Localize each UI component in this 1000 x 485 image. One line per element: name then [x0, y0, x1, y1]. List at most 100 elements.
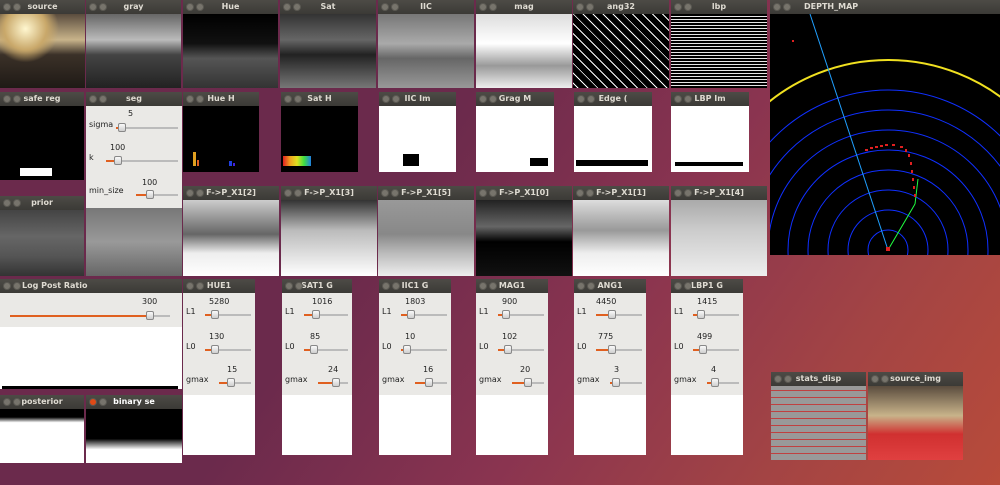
minimize-icon[interactable]	[392, 95, 400, 103]
sat1-l0-slider[interactable]	[304, 345, 348, 354]
close-icon[interactable]	[381, 189, 389, 197]
window-ang32[interactable]: ang32	[573, 0, 669, 88]
titlebar[interactable]: source_img	[868, 372, 963, 386]
minimize-icon[interactable]	[783, 3, 791, 11]
close-icon[interactable]	[382, 282, 390, 290]
close-icon[interactable]	[674, 95, 682, 103]
hue1-l1-slider[interactable]	[205, 310, 251, 319]
titlebar[interactable]: Sat H	[281, 92, 358, 106]
close-icon[interactable]	[89, 95, 97, 103]
close-icon[interactable]	[674, 282, 682, 290]
titlebar[interactable]: ANG1	[574, 279, 646, 293]
sigma-slider[interactable]	[116, 123, 178, 132]
minimize-icon[interactable]	[294, 95, 302, 103]
close-icon[interactable]	[381, 3, 389, 11]
window-ang1[interactable]: ANG1 4450 L1 775 L0 3 gmax	[574, 279, 646, 455]
titlebar[interactable]: F->P_X1[5]	[378, 186, 474, 200]
close-icon[interactable]	[186, 95, 194, 103]
titlebar[interactable]: F->P_X1[3]	[281, 186, 377, 200]
window-log-post-ratio[interactable]: Log Post Ratio 300	[0, 279, 182, 389]
titlebar[interactable]: LBP1 G	[671, 279, 743, 293]
minimize-icon[interactable]	[489, 189, 497, 197]
minimize-icon[interactable]	[881, 375, 889, 383]
window-fpx1-3[interactable]: F->P_X1[3]	[281, 186, 377, 276]
minimize-icon[interactable]	[391, 189, 399, 197]
close-icon[interactable]	[3, 199, 11, 207]
titlebar[interactable]: IIC1 G	[379, 279, 451, 293]
titlebar[interactable]: ang32	[573, 0, 669, 14]
window-fpx1-0[interactable]: F->P_X1[0]	[476, 186, 572, 276]
mag1-l0-slider[interactable]	[498, 345, 544, 354]
lbp1-l1-slider[interactable]	[693, 310, 739, 319]
iic1-l1-slider[interactable]	[401, 310, 447, 319]
mag1-gmax-slider[interactable]	[512, 378, 544, 387]
window-lbp1[interactable]: LBP1 G 1415 L1 499 L0 4 gmax	[671, 279, 743, 455]
close-icon[interactable]	[283, 3, 291, 11]
close-icon[interactable]	[186, 189, 194, 197]
titlebar[interactable]: F->P_X1[1]	[573, 186, 669, 200]
window-fpx1-5[interactable]: F->P_X1[5]	[378, 186, 474, 276]
minimize-icon[interactable]	[684, 189, 692, 197]
close-icon[interactable]	[3, 95, 11, 103]
titlebar[interactable]: source	[0, 0, 85, 14]
titlebar[interactable]: IIC	[378, 0, 474, 14]
window-source-img[interactable]: source_img	[868, 372, 963, 460]
minsize-slider[interactable]	[136, 190, 178, 199]
minimize-icon[interactable]	[489, 95, 497, 103]
close-icon[interactable]	[479, 3, 487, 11]
window-safe-reg[interactable]: safe reg	[0, 92, 84, 180]
close-icon[interactable]	[871, 375, 879, 383]
close-icon[interactable]	[577, 95, 585, 103]
titlebar[interactable]: HUE1	[183, 279, 255, 293]
iic1-gmax-slider[interactable]	[415, 378, 447, 387]
close-icon[interactable]	[774, 375, 782, 383]
minimize-icon[interactable]	[587, 282, 595, 290]
iic1-l0-slider[interactable]	[401, 345, 447, 354]
minimize-icon[interactable]	[13, 398, 21, 406]
close-icon[interactable]	[186, 3, 194, 11]
minimize-icon[interactable]	[586, 189, 594, 197]
titlebar[interactable]: lbp	[671, 0, 767, 14]
titlebar[interactable]: stats_disp	[771, 372, 866, 386]
titlebar[interactable]: MAG1	[476, 279, 548, 293]
ang1-l1-slider[interactable]	[596, 310, 642, 319]
window-grag[interactable]: Grag M	[476, 92, 554, 172]
minimize-icon[interactable]	[99, 95, 107, 103]
minimize-icon[interactable]	[293, 3, 301, 11]
minimize-icon[interactable]	[295, 282, 303, 290]
minimize-icon[interactable]	[196, 95, 204, 103]
close-icon[interactable]	[285, 282, 293, 290]
window-sat1[interactable]: SAT1 G 1016 L1 85 L0 24 gmax	[282, 279, 352, 455]
log-post-slider[interactable]	[10, 311, 170, 320]
minimize-icon[interactable]	[684, 3, 692, 11]
minimize-icon[interactable]	[784, 375, 792, 383]
minimize-icon[interactable]	[391, 3, 399, 11]
minimize-icon[interactable]	[587, 95, 595, 103]
titlebar[interactable]: IIC Im	[379, 92, 456, 106]
titlebar[interactable]: Hue	[183, 0, 278, 14]
close-icon[interactable]	[577, 282, 585, 290]
window-seg[interactable]: seg 5 sigma 100 k 100 min_size	[86, 92, 182, 208]
titlebar[interactable]: Log Post Ratio	[0, 279, 182, 293]
titlebar[interactable]: binary se	[86, 395, 182, 409]
minimize-icon[interactable]	[13, 199, 21, 207]
minimize-icon[interactable]	[13, 95, 21, 103]
titlebar[interactable]: DEPTH_MAP	[770, 0, 1000, 14]
titlebar[interactable]: Sat	[280, 0, 376, 14]
ang1-l0-slider[interactable]	[596, 345, 642, 354]
window-prior[interactable]: prior	[0, 196, 84, 276]
window-iic-im[interactable]: IIC Im	[379, 92, 456, 172]
hue1-gmax-slider[interactable]	[219, 378, 251, 387]
window-fpx1-1[interactable]: F->P_X1[1]	[573, 186, 669, 276]
lbp1-l0-slider[interactable]	[693, 345, 739, 354]
sat1-l1-slider[interactable]	[304, 310, 348, 319]
window-sat-h[interactable]: Sat H	[281, 92, 358, 172]
close-icon[interactable]	[89, 3, 97, 11]
minimize-icon[interactable]	[684, 282, 692, 290]
titlebar[interactable]: F->P_X1[0]	[476, 186, 572, 200]
close-icon[interactable]	[382, 95, 390, 103]
window-iic[interactable]: IIC	[378, 0, 474, 88]
close-icon[interactable]	[479, 282, 487, 290]
minimize-icon[interactable]	[13, 3, 21, 11]
window-hue1[interactable]: HUE1 5280 L1 130 L0 15 gmax	[183, 279, 255, 455]
